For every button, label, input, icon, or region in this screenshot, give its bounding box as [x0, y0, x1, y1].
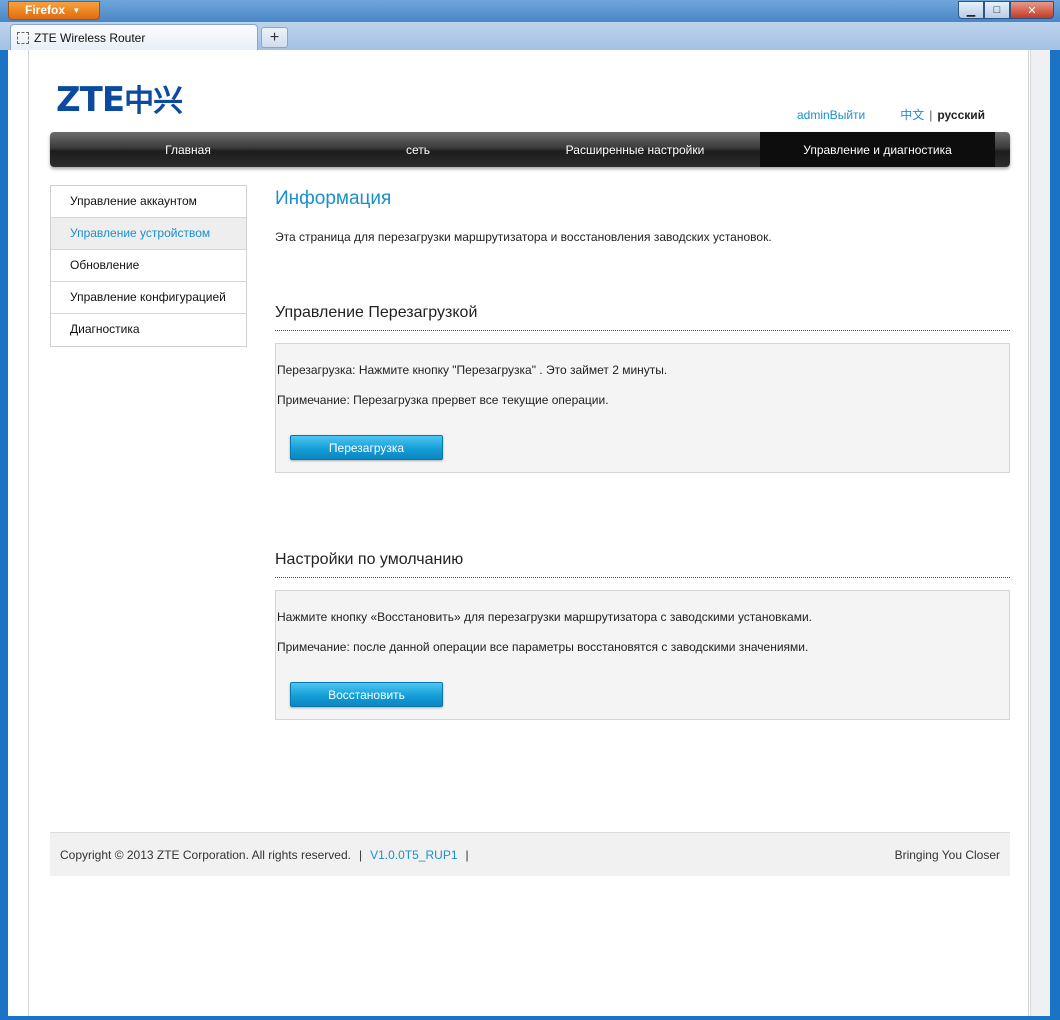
- language-separator: |: [929, 107, 933, 122]
- reboot-instruction: Перезагрузка: Нажмите кнопку "Перезагруз…: [277, 363, 668, 377]
- language-chinese-link[interactable]: 中文: [900, 106, 924, 123]
- reboot-button[interactable]: Перезагрузка: [290, 435, 443, 460]
- reboot-button-label: Перезагрузка: [328, 440, 405, 455]
- restore-section-box: Нажмите кнопку «Восстановить» для переза…: [275, 590, 1010, 720]
- sidebar: Управление аккаунтом Управление устройст…: [50, 185, 247, 347]
- logout-link[interactable]: adminВыйти: [797, 108, 865, 122]
- footer-tagline: Bringing You Closer: [894, 847, 1000, 862]
- sidebar-item-update[interactable]: Обновление: [51, 250, 246, 282]
- reboot-section-title-text: Управление Перезагрузкой: [275, 304, 478, 321]
- restore-note: Примечание: после данной операции все па…: [277, 640, 809, 654]
- nav-network[interactable]: сеть: [326, 132, 510, 167]
- nav-home[interactable]: Главная: [50, 132, 326, 167]
- restore-button[interactable]: Восстановить: [290, 682, 443, 707]
- language-russian-link[interactable]: русский: [937, 108, 985, 122]
- reboot-section-box: Перезагрузка: Нажмите кнопку "Перезагруз…: [275, 343, 1010, 473]
- page-description: Эта страница для перезагрузки маршрутиза…: [275, 230, 772, 244]
- header-links: adminВыйти 中文 | русский: [780, 106, 1000, 123]
- zte-logo: ZTE中兴: [56, 80, 183, 120]
- main-nav: Главная сеть Расширенные настройки Управ…: [50, 132, 1010, 167]
- reboot-section-title: Управление Перезагрузкой: [275, 304, 1010, 331]
- footer: Copyright © 2013 ZTE Corporation. All ri…: [50, 832, 1010, 876]
- restore-section-title: Настройки по умолчанию: [275, 551, 1010, 578]
- sidebar-item-config-management[interactable]: Управление конфигурацией: [51, 282, 246, 314]
- copyright-text: Copyright © 2013 ZTE Corporation. All ri…: [60, 847, 351, 862]
- sidebar-item-account-management[interactable]: Управление аккаунтом: [51, 186, 246, 218]
- restore-instruction: Нажмите кнопку «Восстановить» для переза…: [277, 610, 812, 624]
- logo-latin: ZTE: [56, 80, 125, 120]
- router-page: ZTE中兴 adminВыйти 中文 | русский Главная се…: [0, 0, 1060, 1020]
- firmware-version: V1.0.0T5_RUP1: [370, 847, 458, 862]
- logo-chinese: 中兴: [124, 84, 183, 119]
- main-content: Информация Эта страница для перезагрузки…: [275, 185, 1010, 244]
- restore-section-title-text: Настройки по умолчанию: [275, 551, 464, 568]
- nav-advanced-settings[interactable]: Расширенные настройки: [510, 132, 760, 167]
- nav-management-diagnostics[interactable]: Управление и диагностика: [760, 132, 995, 167]
- footer-separator-2: |: [465, 847, 469, 862]
- reboot-note: Примечание: Перезагрузка прервет все тек…: [277, 393, 609, 407]
- page-title: Информация: [275, 188, 392, 209]
- footer-separator: |: [358, 847, 363, 862]
- restore-button-label: Восстановить: [328, 687, 405, 702]
- sidebar-item-diagnostics[interactable]: Диагностика: [51, 314, 246, 346]
- sidebar-item-device-management[interactable]: Управление устройством: [51, 218, 246, 250]
